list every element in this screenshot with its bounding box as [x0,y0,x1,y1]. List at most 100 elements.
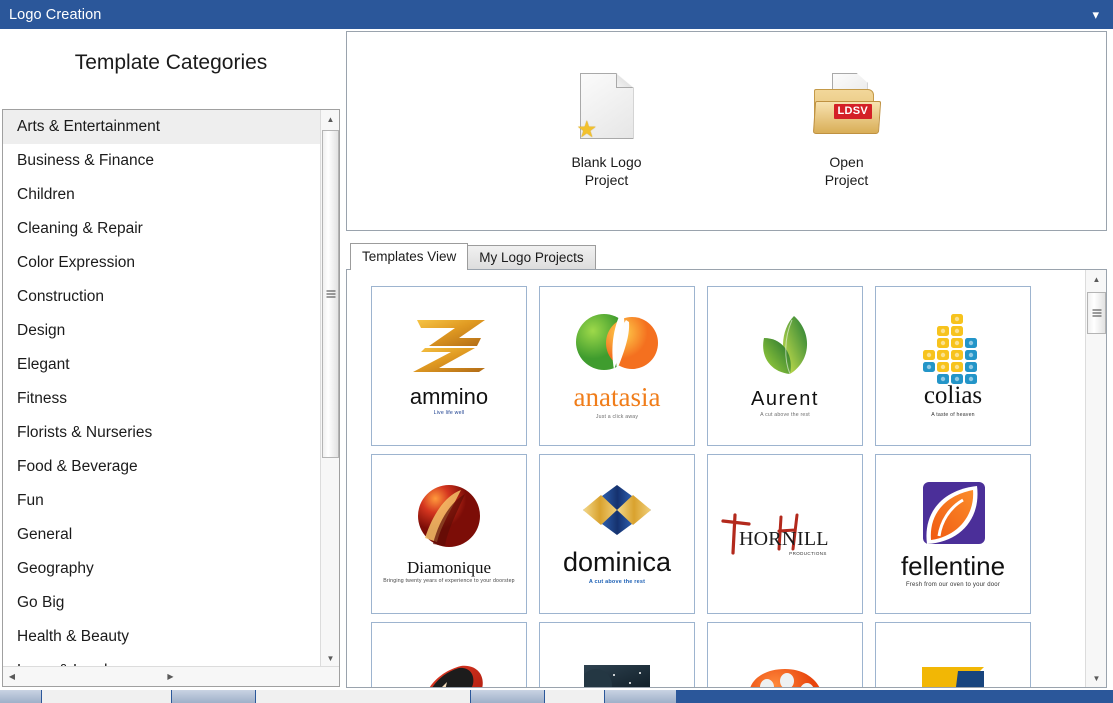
sidebar-item-label: General [17,526,72,543]
template-artwork-palette-icon [745,667,825,688]
template-card[interactable] [539,622,695,687]
template-card-anatasia[interactable]: anatasiaJust a click away [539,286,695,446]
scroll-down-icon[interactable]: ▼ [1086,669,1107,687]
template-artwork-ribbon-icon [407,662,491,688]
sidebar-item-cleaning-repair[interactable]: Cleaning & Repair [3,212,321,246]
template-card[interactable] [371,622,527,687]
template-artwork-thornhill-icon: HORNILL [719,513,851,557]
taskbar-button[interactable] [545,690,605,703]
tab-templates-view[interactable]: Templates View [350,243,468,270]
taskbar-button[interactable] [0,690,42,703]
template-artwork-dominica-icon [569,483,665,542]
sidebar-item-general[interactable]: General [3,518,321,552]
template-name: anatasia [574,383,661,411]
chevron-down-icon[interactable]: ▾ [1092,8,1099,21]
sidebar-item-health-beauty[interactable]: Health & Beauty [3,620,321,654]
scrollbar-thumb[interactable] [1087,292,1106,334]
template-artwork-aurent-icon [750,314,820,383]
sidebar-item-label: Health & Beauty [17,628,129,645]
template-name: Diamonique [407,559,491,577]
templates-grid[interactable]: amminoLive life wellanatasiaJust a click… [347,270,1085,687]
tab-strip: Templates View My Logo Projects [350,244,595,270]
folder-ldsv-icon: LDSV [812,73,882,139]
template-card-colias[interactable]: coliasA taste of heaven [875,286,1031,446]
template-artwork-diamonique-icon [417,484,481,553]
template-card-fellentine[interactable]: fellentine Fresh from our oven to your do… [875,454,1031,614]
template-tagline: Live life well [434,410,465,416]
label-line-2: Project [585,172,629,188]
scroll-left-icon[interactable]: ◀ [3,668,21,686]
sidebar-item-food-beverage[interactable]: Food & Beverage [3,450,321,484]
taskbar-button[interactable] [471,690,545,703]
taskbar-button[interactable] [605,690,677,703]
sidebar-item-label: Fun [17,492,44,509]
open-project-label: Open Project [772,153,922,189]
category-list[interactable]: Arts & EntertainmentBusiness & Finance Ch… [3,110,321,667]
template-tagline: Bringing twenty years of experience to y… [383,578,515,584]
sidebar-item-fun[interactable]: Fun [3,484,321,518]
sidebar-item-color-expression[interactable]: Color Expression [3,246,321,280]
svg-text:ILL: ILL [797,528,829,550]
window-titlebar: Logo Creation ▾ [0,0,1113,29]
taskbar-button[interactable] [256,690,471,703]
sidebar-item-label: Go Big [17,594,64,611]
template-artwork-ammino-icon [407,316,491,379]
sidebar-item-construction[interactable]: Construction [3,280,321,314]
template-name: dominica [563,548,671,576]
sidebar-item-florists-nurseries[interactable]: Florists & Nurseries [3,416,321,450]
category-list-container: Arts & EntertainmentBusiness & Finance Ch… [2,109,340,687]
template-card-ammino[interactable]: amminoLive life well [371,286,527,446]
sidebar-item-geography[interactable]: Geography [3,552,321,586]
template-artwork-fellentine-icon [917,480,989,557]
template-artwork-night-icon [584,665,650,687]
template-name: Aurent [751,389,819,410]
sidebar-item-label: Color Expression [17,254,135,271]
categories-panel: Template Categories Arts & Entertainment… [0,29,342,688]
svg-text:HORN: HORN [739,528,796,550]
taskbar-button[interactable] [42,690,172,703]
label-line-1: Blank Logo [571,154,641,170]
sidebar-item-label: Florists & Nurseries [17,424,152,441]
sidebar-item-label: Children [17,186,75,203]
sidebar-item-arts-entertainment[interactable]: Arts & Entertainment [3,110,321,144]
template-name: fellentine [901,553,1005,580]
scroll-up-icon[interactable]: ▲ [1086,270,1107,288]
templates-vertical-scrollbar[interactable]: ▲ ▼ [1085,270,1106,687]
template-tagline: A cut above the rest [760,412,810,418]
sidebar-item-elegant[interactable]: Elegant [3,348,321,382]
sidebar-item-label: Construction [17,288,104,305]
open-project-button[interactable]: LDSV Open Project [772,73,922,189]
taskbar-button[interactable] [172,690,256,703]
sidebar-item-label: Elegant [17,356,70,373]
blank-logo-project-button[interactable]: ★ Blank Logo Project [532,73,682,189]
template-tagline: A cut above the rest [589,579,645,585]
scroll-down-icon[interactable]: ▼ [321,649,340,667]
sidebar-item-business-finance[interactable]: Business & Finance [3,144,321,178]
template-card[interactable] [875,622,1031,687]
taskbar-strip [0,690,1113,703]
tab-my-logo-projects[interactable]: My Logo Projects [467,245,595,270]
template-card-dominica[interactable]: dominica A cut above the rest [539,454,695,614]
template-tagline: Fresh from our oven to your door [906,582,1000,588]
category-list-vertical-scrollbar[interactable]: ▲ ▼ [320,110,339,667]
sidebar-item-go-big[interactable]: Go Big [3,586,321,620]
sidebar-item-label: Cleaning & Repair [17,220,143,237]
sidebar-item-children[interactable]: Children [3,178,321,212]
sidebar-item-fitness[interactable]: Fitness [3,382,321,416]
sidebar-item-label: Fitness [17,390,67,407]
label-line-1: Open [829,154,863,170]
sidebar-item-design[interactable]: Design [3,314,321,348]
category-list-horizontal-scrollbar[interactable]: ◀ ▶ [3,666,339,686]
templates-panel: amminoLive life wellanatasiaJust a click… [346,269,1107,688]
blank-logo-project-label: Blank Logo Project [532,153,682,189]
template-card[interactable] [707,622,863,687]
ldsv-badge: LDSV [834,104,873,119]
template-card-thorn-hill[interactable]: HORNILLPRODUCTIONS [707,454,863,614]
template-card-diamonique[interactable]: DiamoniqueBringing twenty years of exper… [371,454,527,614]
scroll-right-icon[interactable]: ▶ [162,668,180,686]
template-artwork-kay-icon [918,665,988,688]
scrollbar-thumb[interactable] [322,130,339,458]
scroll-up-icon[interactable]: ▲ [321,110,340,128]
label-line-2: Project [825,172,869,188]
template-card-aurent[interactable]: Aurent A cut above the rest [707,286,863,446]
